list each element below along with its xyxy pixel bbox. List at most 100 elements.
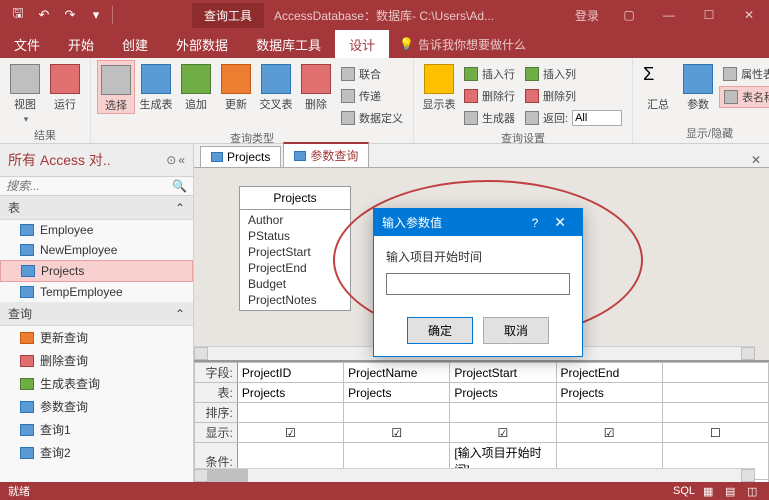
nav-table-projects[interactable]: Projects <box>0 260 193 282</box>
nav-section-queries[interactable]: 查询⌃ <box>0 302 193 326</box>
grid-cell[interactable]: ProjectID <box>237 363 343 383</box>
save-icon[interactable]: 🖫 <box>6 3 30 27</box>
show-checkbox[interactable]: ☐ <box>662 423 768 443</box>
dialog-close-icon[interactable]: ✕ <box>546 214 574 231</box>
nav-search-input[interactable] <box>6 179 172 193</box>
undo-icon[interactable]: ↶ <box>32 3 56 27</box>
grid-cell[interactable]: ProjectEnd <box>556 363 662 383</box>
make-table-button[interactable]: 生成表 <box>137 60 175 112</box>
show-table-button[interactable]: 显示表 <box>420 60 458 112</box>
parameter-input[interactable] <box>386 273 570 295</box>
scroll-left-icon[interactable] <box>194 469 208 482</box>
field-item[interactable]: Budget <box>240 276 350 292</box>
nav-header[interactable]: 所有 Access 对.. ⊙ « <box>0 144 193 177</box>
grid-cell[interactable]: ProjectStart <box>450 363 556 383</box>
grid-cell[interactable]: Projects <box>237 383 343 403</box>
grid-cell[interactable] <box>662 383 768 403</box>
builder-button[interactable]: 生成器 <box>460 108 519 128</box>
append-button[interactable]: 追加 <box>177 60 215 112</box>
tablenames-button[interactable]: 表名称 <box>719 86 769 108</box>
query-grid-table[interactable]: 字段: ProjectID ProjectName ProjectStart P… <box>194 362 769 482</box>
field-item[interactable]: ProjectStart <box>240 244 350 260</box>
tell-me-search[interactable]: 💡 告诉我你想要做什么 <box>389 30 536 58</box>
login-link[interactable]: 登录 <box>565 7 609 24</box>
tab-create[interactable]: 创建 <box>108 30 162 58</box>
grid-cell[interactable]: Projects <box>556 383 662 403</box>
nav-query-maketable[interactable]: 生成表查询 <box>0 372 193 395</box>
ok-button[interactable]: 确定 <box>407 317 473 344</box>
tab-design[interactable]: 设计 <box>335 30 389 58</box>
nav-table-employee[interactable]: Employee <box>0 220 193 240</box>
insert-row-button[interactable]: 插入行 <box>460 64 519 84</box>
help-icon[interactable]: ? <box>524 216 547 230</box>
field-item[interactable]: ProjectNotes <box>240 292 350 308</box>
update-button[interactable]: 更新 <box>217 60 255 112</box>
nav-query-2[interactable]: 查询2 <box>0 441 193 464</box>
grid-cell[interactable] <box>662 363 768 383</box>
scroll-right-icon[interactable] <box>741 469 755 482</box>
minimize-icon[interactable]: — <box>649 0 689 30</box>
return-value-input[interactable] <box>572 110 622 126</box>
view-button[interactable]: 视图▾ <box>6 60 44 125</box>
run-button[interactable]: 运行 <box>46 60 84 112</box>
field-item[interactable]: Author <box>240 212 350 228</box>
show-checkbox[interactable]: ☑ <box>450 423 556 443</box>
field-item[interactable]: ProjectEnd <box>240 260 350 276</box>
nav-query-delete[interactable]: 删除查询 <box>0 349 193 372</box>
delete-col-button[interactable]: 删除列 <box>521 86 626 106</box>
dialog-titlebar[interactable]: 输入参数值 ? ✕ <box>374 209 582 236</box>
delete-row-button[interactable]: 删除行 <box>460 86 519 106</box>
nav-collapse-icon[interactable]: « <box>178 153 185 167</box>
insert-col-button[interactable]: 插入列 <box>521 64 626 84</box>
search-icon[interactable]: 🔍 <box>172 179 187 193</box>
grid-hscroll[interactable] <box>194 468 755 482</box>
grid-cell[interactable] <box>450 403 556 423</box>
maximize-icon[interactable]: ☐ <box>689 0 729 30</box>
cancel-button[interactable]: 取消 <box>483 317 549 344</box>
ribbon-options-icon[interactable]: ▢ <box>609 0 649 30</box>
grid-cell[interactable]: Projects <box>344 383 450 403</box>
params-button[interactable]: 参数 <box>679 60 717 112</box>
view-design-icon[interactable]: ◫ <box>747 485 761 497</box>
view-sql-icon[interactable]: ▤ <box>725 485 739 497</box>
nav-query-params[interactable]: 参数查询 <box>0 395 193 418</box>
doc-tab-paramquery[interactable]: 参数查询 <box>283 142 369 167</box>
grid-cell[interactable] <box>344 403 450 423</box>
propsheet-button[interactable]: 属性表 <box>719 64 769 84</box>
tab-database-tools[interactable]: 数据库工具 <box>242 30 335 58</box>
nav-table-tempemployee[interactable]: TempEmployee <box>0 282 193 302</box>
close-tab-icon[interactable]: ✕ <box>743 153 769 167</box>
redo-icon[interactable]: ↷ <box>58 3 82 27</box>
status-sql-label[interactable]: SQL <box>673 485 695 497</box>
union-button[interactable]: 联合 <box>337 64 407 84</box>
show-checkbox[interactable]: ☑ <box>237 423 343 443</box>
grid-cell[interactable]: ProjectName <box>344 363 450 383</box>
grid-cell[interactable] <box>556 403 662 423</box>
qat-customize-icon[interactable]: ▾ <box>84 3 108 27</box>
select-query-button[interactable]: 选择 <box>97 60 135 114</box>
field-item[interactable]: PStatus <box>240 228 350 244</box>
scroll-left-icon[interactable] <box>194 347 208 360</box>
nav-section-tables[interactable]: 表⌃ <box>0 196 193 220</box>
scroll-right-icon[interactable] <box>741 347 755 360</box>
datadef-button[interactable]: 数据定义 <box>337 108 407 128</box>
view-datasheet-icon[interactable]: ▦ <box>703 485 717 497</box>
return-select[interactable]: 返回: <box>521 108 626 128</box>
nav-table-newemployee[interactable]: NewEmployee <box>0 240 193 260</box>
nav-query-update[interactable]: 更新查询 <box>0 326 193 349</box>
field-list-projects[interactable]: Projects Author PStatus ProjectStart Pro… <box>239 186 351 311</box>
grid-cell[interactable] <box>662 403 768 423</box>
tab-file[interactable]: 文件 <box>0 30 54 58</box>
scroll-thumb[interactable] <box>208 469 248 482</box>
totals-button[interactable]: Σ汇总 <box>639 60 677 112</box>
tab-home[interactable]: 开始 <box>54 30 108 58</box>
doc-tab-projects[interactable]: Projects <box>200 146 281 167</box>
passthrough-button[interactable]: 传递 <box>337 86 407 106</box>
close-icon[interactable]: ✕ <box>729 0 769 30</box>
grid-cell[interactable]: Projects <box>450 383 556 403</box>
nav-query-1[interactable]: 查询1 <box>0 418 193 441</box>
tab-external-data[interactable]: 外部数据 <box>162 30 242 58</box>
show-checkbox[interactable]: ☑ <box>344 423 450 443</box>
show-checkbox[interactable]: ☑ <box>556 423 662 443</box>
crosstab-button[interactable]: 交叉表 <box>257 60 295 112</box>
